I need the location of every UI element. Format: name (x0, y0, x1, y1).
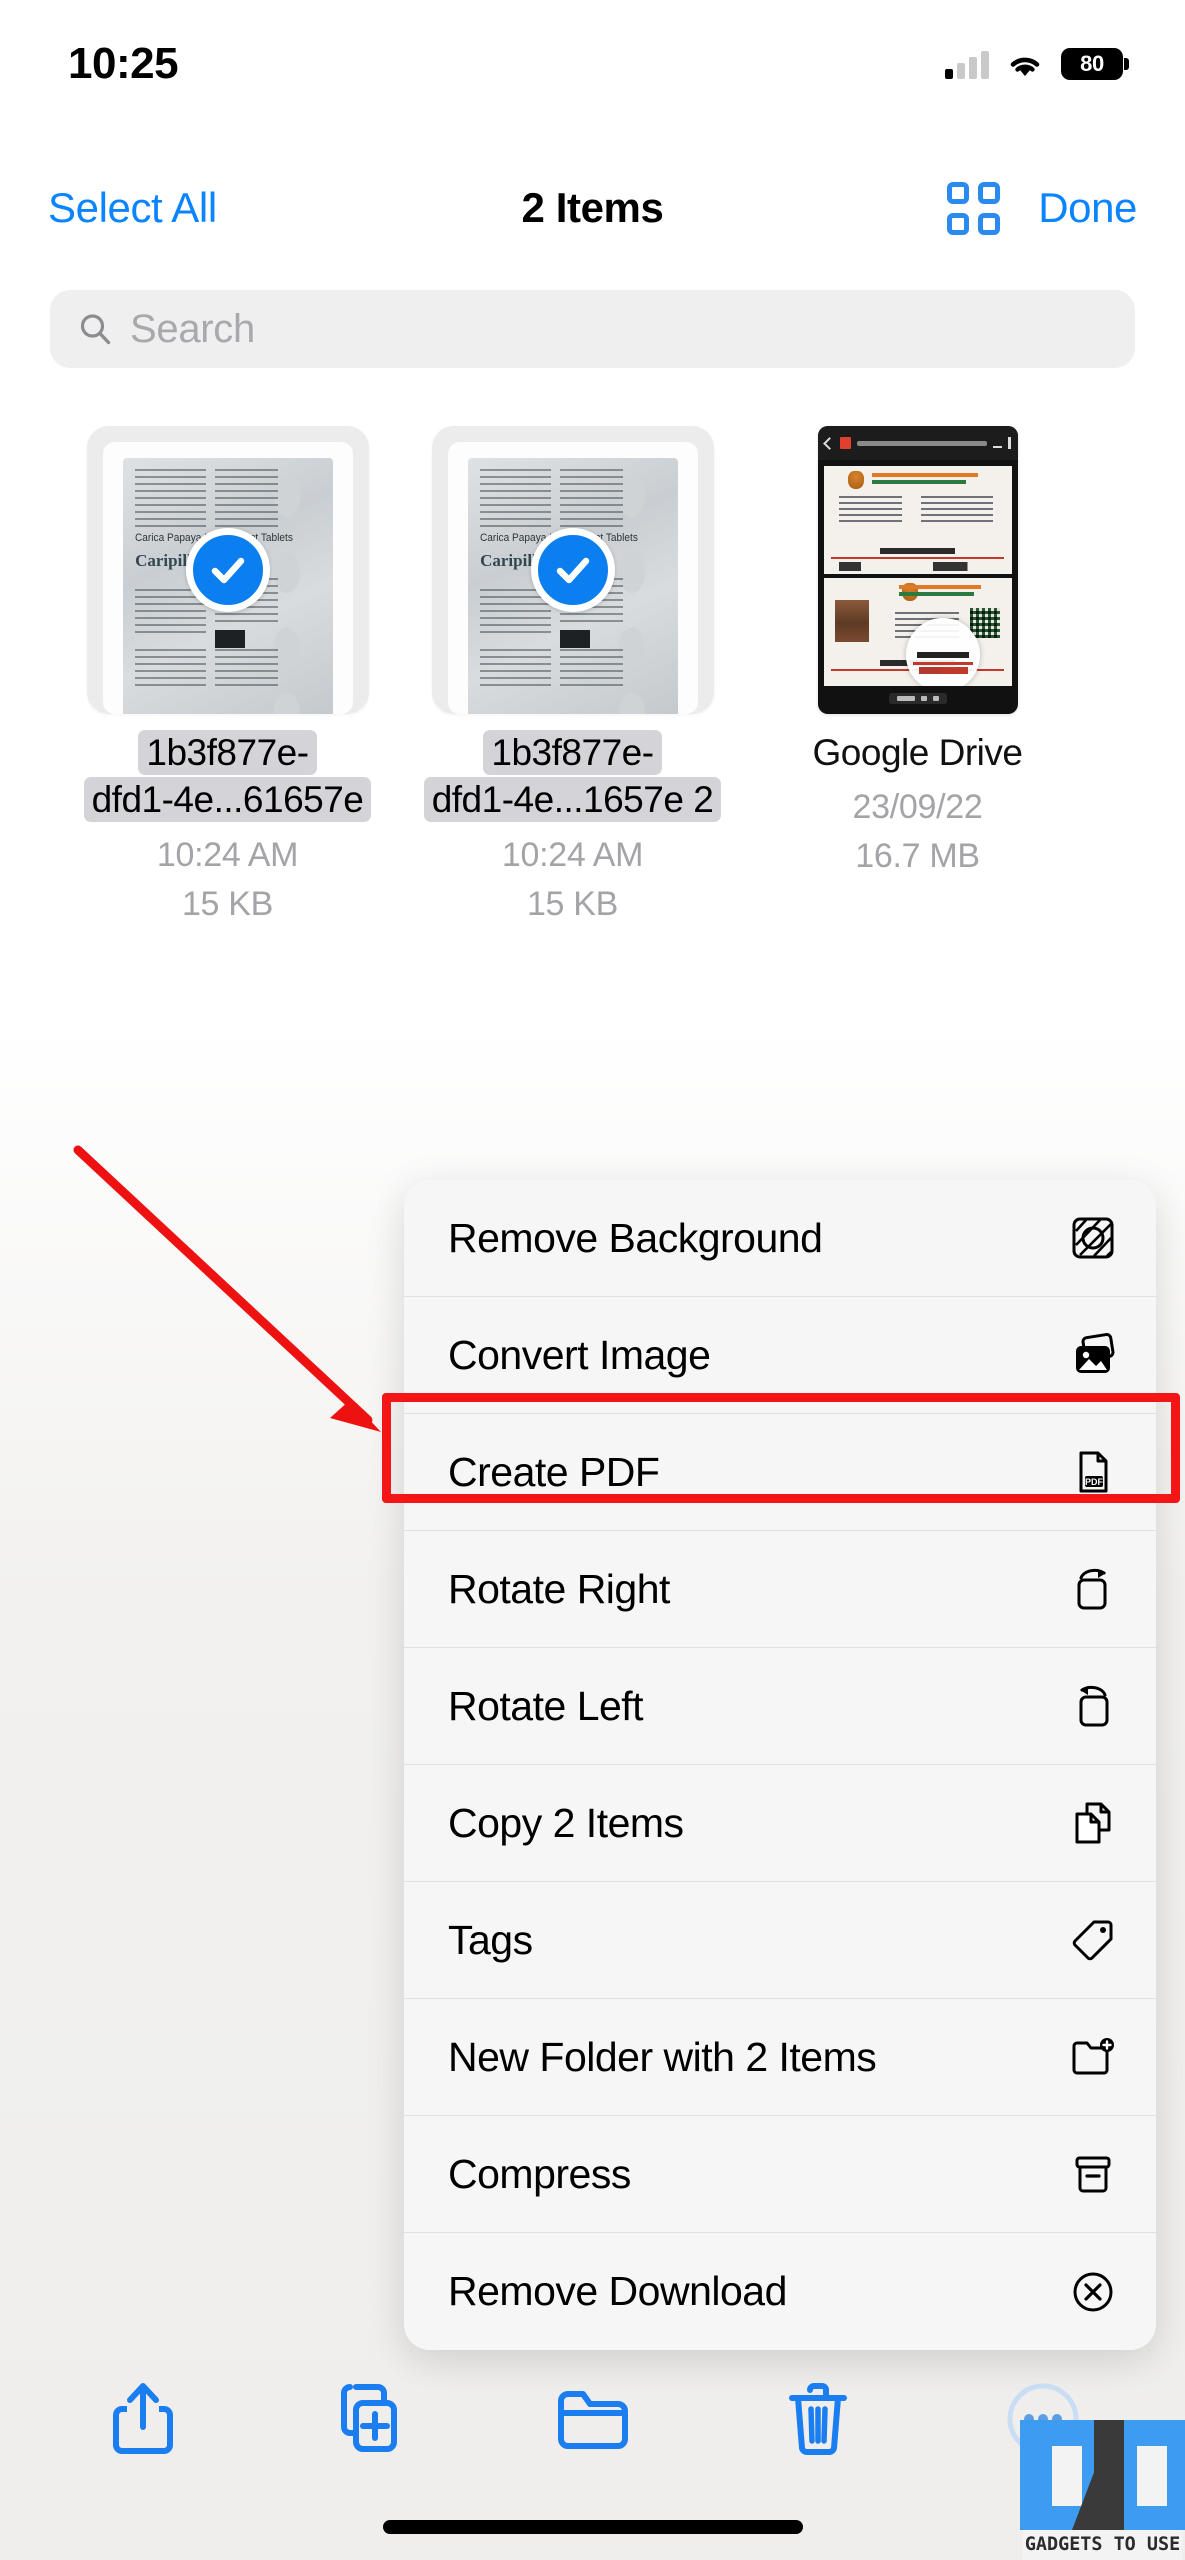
file-grid: Carica Papaya Leaf Extract Tablets Carip… (0, 425, 1185, 924)
file-name-line2: dfd1-4e...61657e (83, 777, 372, 823)
copy-icon (1075, 1802, 1111, 1844)
watermark-text: GADGETS TO USE (1022, 2530, 1183, 2560)
menu-item-label: Copy 2 Items (448, 1799, 684, 1846)
selection-checkmark-icon (185, 528, 270, 612)
new-folder-icon (1072, 2038, 1114, 2075)
bottom-toolbar (0, 2364, 1185, 2474)
share-icon (112, 2383, 173, 2454)
file-size: 15 KB (526, 884, 619, 923)
file-name-line1: 1b3f877e- (138, 730, 317, 775)
file-thumbnail[interactable]: Carica Papaya Leaf Extract Tablets Carip… (430, 425, 715, 715)
move-to-folder-button[interactable] (554, 2377, 632, 2461)
grid-view-icon[interactable] (947, 181, 1001, 235)
search-input[interactable]: Search (50, 290, 1135, 368)
battery-icon: 80 (1061, 48, 1129, 80)
back-arrow-icon (822, 436, 836, 450)
menu-item-rotate-right[interactable]: Rotate Right (404, 1531, 1156, 1648)
compress-icon (1075, 2156, 1111, 2193)
status-bar: 10:25 80 (0, 0, 1185, 120)
tag-icon (1072, 1920, 1113, 1961)
search-placeholder-label: Search (130, 306, 255, 351)
rotate-right-icon (1077, 1568, 1107, 1610)
battery-level-label: 80 (1080, 51, 1104, 76)
remove-background-icon (1072, 1217, 1114, 1259)
google-drive-pdf-screenshot (817, 426, 1018, 714)
file-name-line1: 1b3f877e- (483, 730, 662, 775)
create-pdf-icon: PDF (1079, 1451, 1108, 1493)
menu-item-label: Remove Download (448, 2268, 787, 2314)
gd-page-2 (823, 578, 1012, 686)
file-name: 1b3f877e-dfd1-4e...1657e 2 (423, 729, 722, 824)
menu-item-new-folder[interactable]: New Folder with 2 Items (404, 1999, 1156, 2116)
trash-icon (788, 2383, 847, 2455)
wifi-icon (1010, 57, 1040, 76)
svg-text:PDF: PDF (1085, 1477, 1104, 1487)
file-date: 23/09/22 (852, 788, 983, 827)
done-button[interactable]: Done (1038, 184, 1137, 232)
remove-download-icon (1073, 2272, 1113, 2311)
menu-item-rotate-left[interactable]: Rotate Left (404, 1648, 1156, 1765)
magnifier-loupe-overlay (906, 618, 981, 686)
status-bar-time: 10:25 (68, 39, 179, 88)
navigation-bar: Select All 2 Items Done (0, 168, 1185, 248)
home-indicator (382, 2520, 803, 2534)
pdf-badge-icon (839, 437, 851, 449)
rotate-left-icon (1079, 1685, 1109, 1727)
menu-item-label: Rotate Right (448, 1565, 670, 1612)
menu-item-label: Tags (448, 1916, 533, 1963)
context-menu: Remove Background Convert Image Create P… (404, 1180, 1156, 2350)
watermark: GADGETS TO USE (1020, 2420, 1185, 2560)
convert-image-icon (1076, 1333, 1115, 1373)
menu-item-label: New Folder with 2 Items (448, 2033, 877, 2080)
gd-page-indicator (888, 693, 947, 704)
file-item[interactable]: Carica Papaya Leaf Extract Tablets Carip… (400, 425, 745, 924)
file-time: 10:24 AM (156, 835, 299, 874)
menu-item-convert-image[interactable]: Convert Image (404, 1297, 1156, 1414)
nav-bar-right-group: Done (947, 181, 1137, 235)
duplicate-button[interactable] (329, 2377, 407, 2461)
menu-item-label: Rotate Left (448, 1682, 644, 1729)
menu-item-label: Compress (448, 2150, 631, 2197)
gadgets-to-use-logo-icon (1020, 2420, 1185, 2530)
folder-icon (557, 2391, 628, 2449)
menu-item-label: Remove Background (448, 1214, 823, 1261)
search-icon (80, 314, 111, 345)
menu-item-remove-background[interactable]: Remove Background (404, 1180, 1156, 1297)
iphone-files-app-screen: 10:25 80 Select All 2 Items Done Search … (0, 0, 1185, 2560)
menu-item-create-pdf[interactable]: Create PDF PDF (404, 1414, 1156, 1531)
menu-item-remove-download[interactable]: Remove Download (404, 2233, 1156, 2350)
file-name-line2: dfd1-4e...1657e 2 (423, 777, 722, 823)
file-time: 10:24 AM (501, 835, 644, 874)
delete-button[interactable] (779, 2377, 857, 2461)
share-button[interactable] (104, 2377, 182, 2461)
thumbnail-card: Carica Papaya Leaf Extract Tablets Carip… (431, 426, 714, 714)
file-size: 15 KB (181, 884, 274, 923)
file-thumbnail[interactable] (775, 425, 1060, 715)
file-name: 1b3f877e-dfd1-4e...61657e (83, 729, 372, 824)
gd-page-1 (823, 466, 1012, 574)
cellular-signal-icon (945, 49, 989, 79)
download-icon (992, 438, 1002, 448)
file-item[interactable]: Google Drive 23/09/22 16.7 MB (745, 425, 1090, 924)
file-size: 16.7 MB (855, 837, 980, 876)
duplicate-icon (340, 2384, 397, 2452)
gd-filename-bar (856, 440, 987, 446)
thumbnail-card: Carica Papaya Leaf Extract Tablets Carip… (86, 426, 369, 714)
status-bar-indicators: 80 (945, 48, 1129, 80)
menu-item-compress[interactable]: Compress (404, 2116, 1156, 2233)
menu-item-tags[interactable]: Tags (404, 1882, 1156, 1999)
selection-checkmark-icon (530, 528, 615, 612)
menu-item-copy[interactable]: Copy 2 Items (404, 1765, 1156, 1882)
file-thumbnail[interactable]: Carica Papaya Leaf Extract Tablets Carip… (85, 425, 370, 715)
menu-item-label: Create PDF (448, 1448, 660, 1495)
file-name: Google Drive (812, 732, 1023, 773)
menu-item-label: Convert Image (448, 1331, 711, 1378)
gd-app-bar (817, 426, 1018, 460)
more-dots-icon (1007, 437, 1011, 449)
file-item[interactable]: Carica Papaya Leaf Extract Tablets Carip… (55, 425, 400, 924)
select-all-button[interactable]: Select All (48, 184, 217, 232)
